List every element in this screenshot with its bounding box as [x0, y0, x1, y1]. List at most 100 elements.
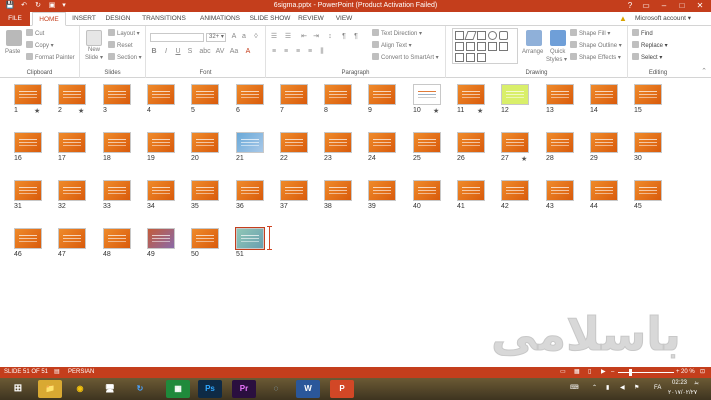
- animation-star-icon[interactable]: ★: [34, 107, 40, 115]
- slide-thumbnail[interactable]: [147, 180, 175, 201]
- slide-thumbnail[interactable]: [457, 180, 485, 201]
- shape-rect-icon[interactable]: [477, 31, 486, 40]
- minimize-button[interactable]: –: [656, 0, 672, 12]
- slide-sorter-view-icon[interactable]: ▦: [574, 367, 580, 378]
- ltr-icon[interactable]: ¶: [340, 33, 348, 41]
- account-menu[interactable]: Microsoft account ▾: [635, 12, 691, 26]
- slide-thumbnail[interactable]: [191, 180, 219, 201]
- slide-thumbnail[interactable]: [235, 227, 265, 250]
- shape-block-icon[interactable]: [477, 53, 486, 62]
- paste-icon[interactable]: [6, 30, 22, 46]
- shape-effects-button[interactable]: Shape Effects ▾: [570, 53, 621, 63]
- normal-view-icon[interactable]: ▭: [560, 367, 566, 378]
- taskbar-calculator-icon[interactable]: ▦: [166, 380, 190, 398]
- slide-thumbnail[interactable]: [546, 180, 574, 201]
- slide-thumbnail[interactable]: [191, 228, 219, 249]
- slide-thumbnail[interactable]: [191, 84, 219, 105]
- tab-animations[interactable]: ANIMATIONS: [194, 12, 246, 26]
- reset-button[interactable]: Reset: [108, 41, 133, 51]
- slide-thumbnail[interactable]: [368, 180, 396, 201]
- slide-thumbnail[interactable]: [58, 180, 86, 201]
- slide-thumbnail[interactable]: [236, 84, 264, 105]
- font-size-combo[interactable]: 32+ ▾: [206, 33, 226, 42]
- slide-thumbnail[interactable]: [368, 84, 396, 105]
- reading-view-icon[interactable]: ▯: [588, 367, 591, 378]
- shape-oval-icon[interactable]: [488, 31, 497, 40]
- slide-thumbnail[interactable]: [14, 180, 42, 201]
- align-center-icon[interactable]: ≡: [282, 48, 290, 56]
- increase-indent-icon[interactable]: ⇥: [312, 33, 320, 41]
- slide-thumbnail[interactable]: [58, 132, 86, 153]
- slide-thumbnail[interactable]: [501, 84, 529, 105]
- shape-star-icon[interactable]: [488, 42, 497, 51]
- taskbar-chat-icon[interactable]: ◌: [264, 380, 288, 398]
- slide-thumbnail[interactable]: [546, 84, 574, 105]
- network-icon[interactable]: ▮: [606, 383, 609, 394]
- slide-thumbnail[interactable]: [280, 84, 308, 105]
- slide-thumbnail[interactable]: [103, 84, 131, 105]
- tray-arrow-icon[interactable]: ⌃: [592, 383, 597, 394]
- zoom-slider[interactable]: [618, 372, 674, 373]
- taskbar-powerpoint-icon[interactable]: P: [330, 380, 354, 398]
- justify-icon[interactable]: ≡: [306, 48, 314, 56]
- slide-thumbnail[interactable]: [236, 132, 264, 153]
- slide-thumbnail[interactable]: [634, 180, 662, 201]
- replace-button[interactable]: Replace ▾: [632, 41, 668, 51]
- animation-star-icon[interactable]: ★: [433, 107, 439, 115]
- slide-thumbnail[interactable]: [324, 132, 352, 153]
- shadow-button[interactable]: S: [186, 48, 194, 56]
- slide-thumbnail[interactable]: [236, 180, 264, 201]
- slide-thumbnail[interactable]: [147, 228, 175, 249]
- animation-star-icon[interactable]: ★: [78, 107, 84, 115]
- shapes-gallery[interactable]: [452, 28, 518, 64]
- shape-callout-icon[interactable]: [455, 53, 464, 62]
- tab-view[interactable]: VIEW: [330, 12, 358, 26]
- underline-button[interactable]: U: [174, 48, 182, 56]
- tab-file[interactable]: FILE: [0, 12, 30, 26]
- slide-thumbnail[interactable]: [280, 132, 308, 153]
- layout-button[interactable]: Layout ▾: [108, 29, 140, 39]
- format-painter-button[interactable]: Format Painter: [26, 53, 75, 63]
- shape-line-icon[interactable]: [464, 31, 477, 40]
- slideshow-view-icon[interactable]: ▶: [601, 367, 606, 378]
- slide-thumbnail[interactable]: [590, 180, 618, 201]
- align-right-icon[interactable]: ≡: [294, 48, 302, 56]
- slide-thumbnail[interactable]: [191, 132, 219, 153]
- taskbar-photoshop-icon[interactable]: Ps: [198, 380, 222, 398]
- italic-button[interactable]: I: [162, 48, 170, 56]
- shape-textbox-icon[interactable]: [455, 31, 464, 40]
- input-language[interactable]: FA: [654, 383, 661, 394]
- zoom-level[interactable]: 20 %: [681, 367, 695, 378]
- notes-icon[interactable]: ▤: [54, 367, 60, 378]
- taskbar-premiere-icon[interactable]: Pr: [232, 380, 256, 398]
- zoom-out-icon[interactable]: –: [611, 367, 614, 378]
- tab-design[interactable]: DESIGN: [102, 12, 134, 26]
- slide-thumbnail[interactable]: [501, 132, 529, 153]
- slide-thumbnail[interactable]: [14, 84, 42, 105]
- zoom-in-icon[interactable]: +: [676, 367, 680, 378]
- help-button[interactable]: ?: [622, 0, 638, 12]
- copy-button[interactable]: Copy ▾: [26, 41, 54, 51]
- font-color-button[interactable]: A: [244, 48, 252, 56]
- align-left-icon[interactable]: ≡: [270, 48, 278, 56]
- slide-thumbnail[interactable]: [147, 84, 175, 105]
- arrange-icon[interactable]: [526, 30, 542, 46]
- slide-thumbnail[interactable]: [501, 180, 529, 201]
- slide-thumbnail[interactable]: [103, 180, 131, 201]
- slide-thumbnail[interactable]: [457, 84, 485, 105]
- numbering-icon[interactable]: ☰: [284, 33, 292, 41]
- slide-thumbnail[interactable]: [280, 180, 308, 201]
- paste-button[interactable]: Paste: [5, 48, 20, 57]
- slide-thumbnail[interactable]: [634, 84, 662, 105]
- grow-font-icon[interactable]: A: [230, 33, 238, 41]
- new-slide-icon[interactable]: [86, 30, 102, 46]
- font-family-combo[interactable]: [150, 33, 204, 42]
- shape-outline-button[interactable]: Shape Outline ▾: [570, 41, 622, 51]
- char-spacing-button[interactable]: AV: [214, 48, 226, 56]
- taskbar-sync-icon[interactable]: ↻: [128, 380, 152, 398]
- shape-triangle-icon[interactable]: [455, 42, 464, 51]
- animation-star-icon[interactable]: ★: [477, 107, 483, 115]
- volume-icon[interactable]: ◀: [620, 383, 625, 394]
- start-button[interactable]: ⊞: [4, 380, 32, 398]
- shape-arrow-icon[interactable]: [477, 42, 486, 51]
